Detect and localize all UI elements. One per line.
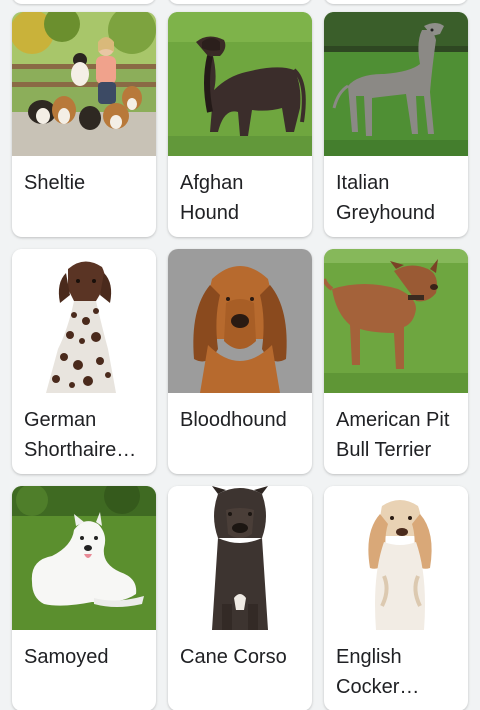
result-label[interactable]: American Pit Bull Terrier [324,393,468,465]
result-label[interactable]: Afghan Hound [168,156,312,228]
previous-card-edge [168,0,312,4]
result-label[interactable]: Sheltie [12,156,156,198]
result-label[interactable]: German Shorthaired Pointer [12,393,156,465]
result-card-german-shorthaired-pointer[interactable]: German Shorthaired Pointer [12,249,156,474]
result-card-italian-greyhound[interactable]: Italian Greyhound [324,12,468,237]
dog-breed-grid: Sheltie Afghan Hound Italian Greyhound G… [12,12,468,710]
result-card-sheltie[interactable]: Sheltie [12,12,156,237]
result-card-afghan-hound[interactable]: Afghan Hound [168,12,312,237]
cane-corso-photo[interactable] [168,486,312,630]
result-label[interactable]: English Cocker Spaniel [324,630,468,702]
samoyed-photo[interactable] [12,486,156,630]
result-label[interactable]: Cane Corso [168,630,312,672]
result-card-american-pit-bull-terrier[interactable]: American Pit Bull Terrier [324,249,468,474]
italian-greyhound-photo[interactable] [324,12,468,156]
result-label[interactable]: Italian Greyhound [324,156,468,228]
result-card-bloodhound[interactable]: Bloodhound [168,249,312,474]
result-label[interactable]: Samoyed [12,630,156,672]
bloodhound-photo[interactable] [168,249,312,393]
result-label[interactable]: Bloodhound [168,393,312,435]
result-card-samoyed[interactable]: Samoyed [12,486,156,710]
result-card-english-cocker-spaniel[interactable]: English Cocker Spaniel [324,486,468,710]
previous-row-edge [0,0,480,6]
previous-card-edge [324,0,468,4]
image-results-viewport: Sheltie Afghan Hound Italian Greyhound G… [0,0,480,710]
result-card-cane-corso[interactable]: Cane Corso [168,486,312,710]
english-cocker-spaniel-photo[interactable] [324,486,468,630]
afghan-hound-photo[interactable] [168,12,312,156]
sheltie-photo[interactable] [12,12,156,156]
previous-card-edge [12,0,156,4]
german-shorthaired-pointer-photo[interactable] [12,249,156,393]
american-pit-bull-terrier-photo[interactable] [324,249,468,393]
